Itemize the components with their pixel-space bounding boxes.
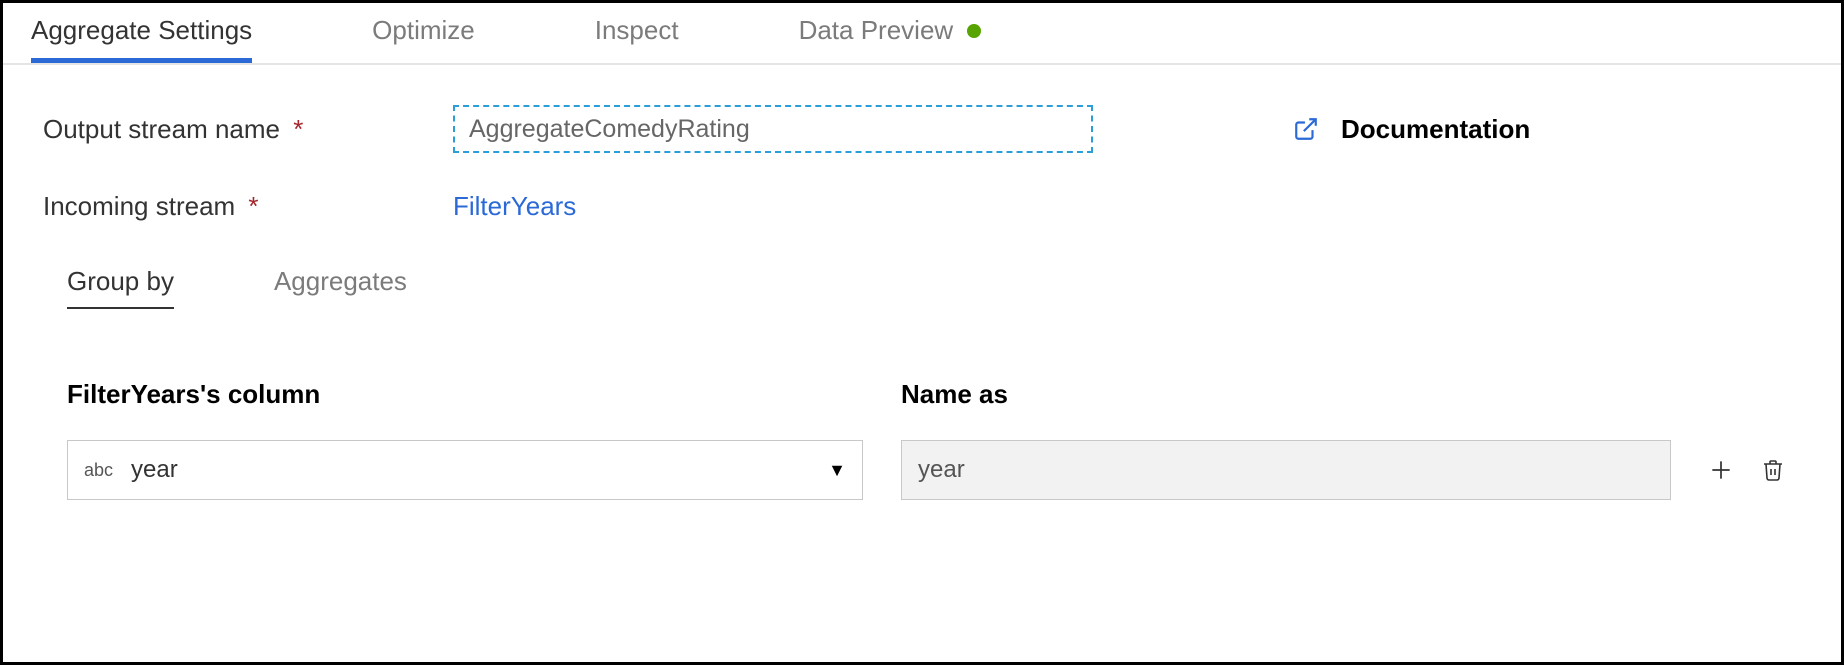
main-tabs: Aggregate Settings Optimize Inspect Data…: [3, 3, 1841, 65]
output-stream-name-input[interactable]: [453, 105, 1093, 153]
group-by-row: abc year ▼: [67, 440, 1801, 500]
trash-icon: [1761, 457, 1785, 483]
delete-row-button[interactable]: [1753, 450, 1793, 490]
source-column-dropdown[interactable]: abc year ▼: [67, 440, 863, 500]
incoming-stream-label: Incoming stream *: [43, 191, 453, 222]
subtab-group-by[interactable]: Group by: [67, 260, 174, 309]
status-indicator-icon: [967, 24, 981, 38]
tab-data-preview[interactable]: Data Preview: [799, 1, 982, 63]
documentation-label: Documentation: [1341, 114, 1530, 145]
tab-label: Aggregate Settings: [31, 15, 252, 46]
subtab-aggregates[interactable]: Aggregates: [274, 260, 407, 309]
tab-label: Inspect: [595, 15, 679, 46]
output-stream-name-label: Output stream name *: [43, 114, 453, 145]
required-asterisk: *: [248, 191, 258, 221]
name-as-input[interactable]: [901, 440, 1671, 500]
source-column-header: FilterYears's column: [67, 379, 901, 410]
plus-icon: [1708, 457, 1734, 483]
incoming-stream-value[interactable]: FilterYears: [453, 191, 576, 222]
name-as-header: Name as: [901, 379, 1008, 410]
tab-inspect[interactable]: Inspect: [595, 1, 679, 63]
add-row-button[interactable]: [1701, 450, 1741, 490]
dropdown-value: year: [131, 456, 828, 484]
type-badge-abc-icon: abc: [84, 460, 113, 481]
documentation-link[interactable]: Documentation: [1293, 114, 1530, 145]
tab-optimize[interactable]: Optimize: [372, 1, 475, 63]
label-text: Incoming stream: [43, 191, 235, 221]
sub-tabs: Group by Aggregates: [67, 260, 1801, 309]
tab-label: Optimize: [372, 15, 475, 46]
tab-aggregate-settings[interactable]: Aggregate Settings: [31, 1, 252, 63]
required-asterisk: *: [293, 114, 303, 144]
subtab-label: Group by: [67, 266, 174, 296]
tab-label: Data Preview: [799, 15, 954, 46]
subtab-label: Aggregates: [274, 266, 407, 296]
chevron-down-icon: ▼: [828, 460, 846, 481]
external-link-icon: [1293, 116, 1319, 142]
label-text: Output stream name: [43, 114, 280, 144]
